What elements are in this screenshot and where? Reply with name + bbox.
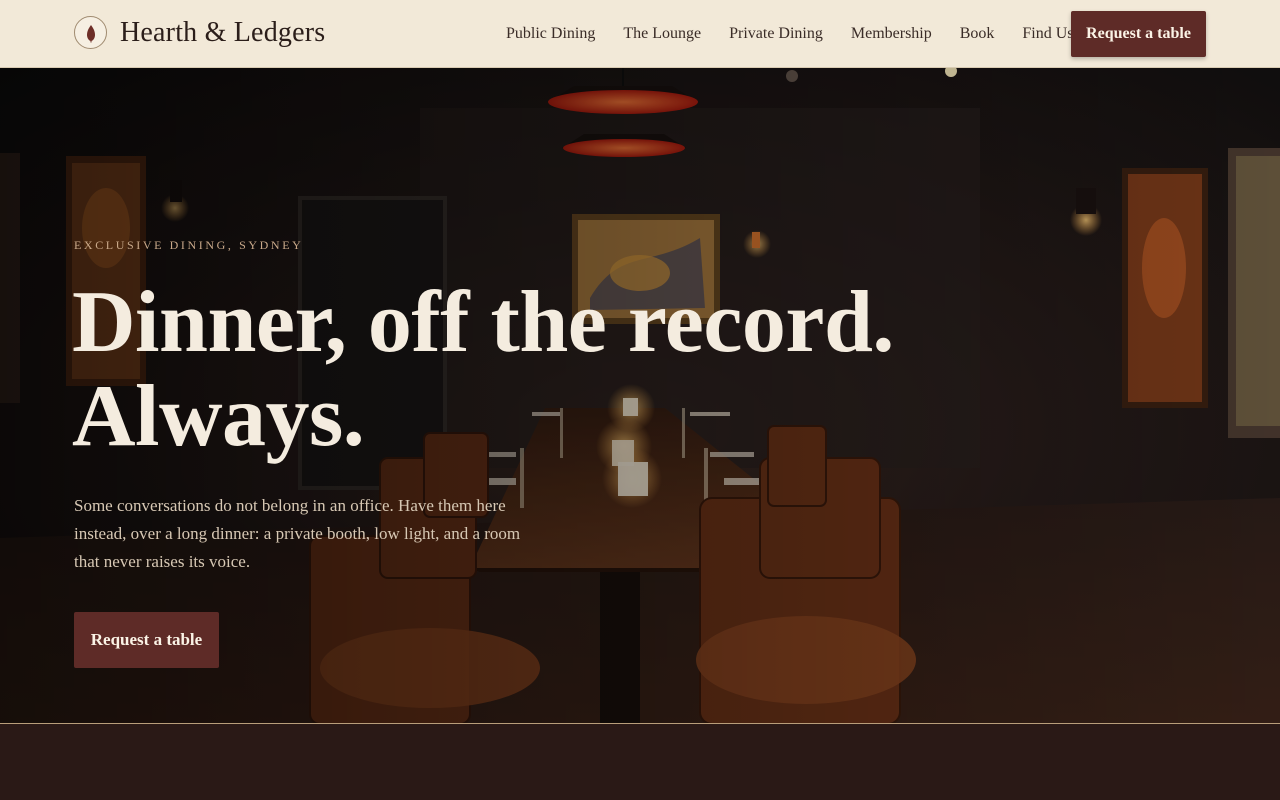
flame-emblem-icon (74, 16, 107, 49)
nav-find-us[interactable]: Find Us (1022, 25, 1073, 43)
nav-book[interactable]: Book (960, 25, 995, 43)
brand-name: Hearth & Ledgers (120, 16, 326, 48)
brand-home-link[interactable]: Hearth & Ledgers (74, 16, 325, 49)
nav-public-dining[interactable]: Public Dining (506, 25, 595, 43)
hero-headline-line1: Dinner, off the record. (72, 274, 894, 371)
main-nav: Public Dining The Lounge Private Dining … (506, 0, 1102, 68)
nav-membership[interactable]: Membership (851, 25, 932, 43)
next-section-band (0, 724, 1280, 800)
hero-request-table-button[interactable]: Request a table (74, 612, 219, 668)
site-header: Hearth & Ledgers Public Dining The Loung… (0, 0, 1280, 68)
nav-private-dining[interactable]: Private Dining (729, 25, 823, 43)
nav-the-lounge[interactable]: The Lounge (623, 25, 701, 43)
hero-headline: Dinner, off the record. Always. (72, 276, 972, 464)
hero-eyebrow: EXCLUSIVE DINING, SYDNEY (74, 238, 304, 252)
header-request-table-button[interactable]: Request a table (1071, 11, 1206, 57)
hero-headline-line2: Always. (72, 368, 365, 465)
hero-lede: Some conversations do not belong in an o… (74, 496, 521, 571)
